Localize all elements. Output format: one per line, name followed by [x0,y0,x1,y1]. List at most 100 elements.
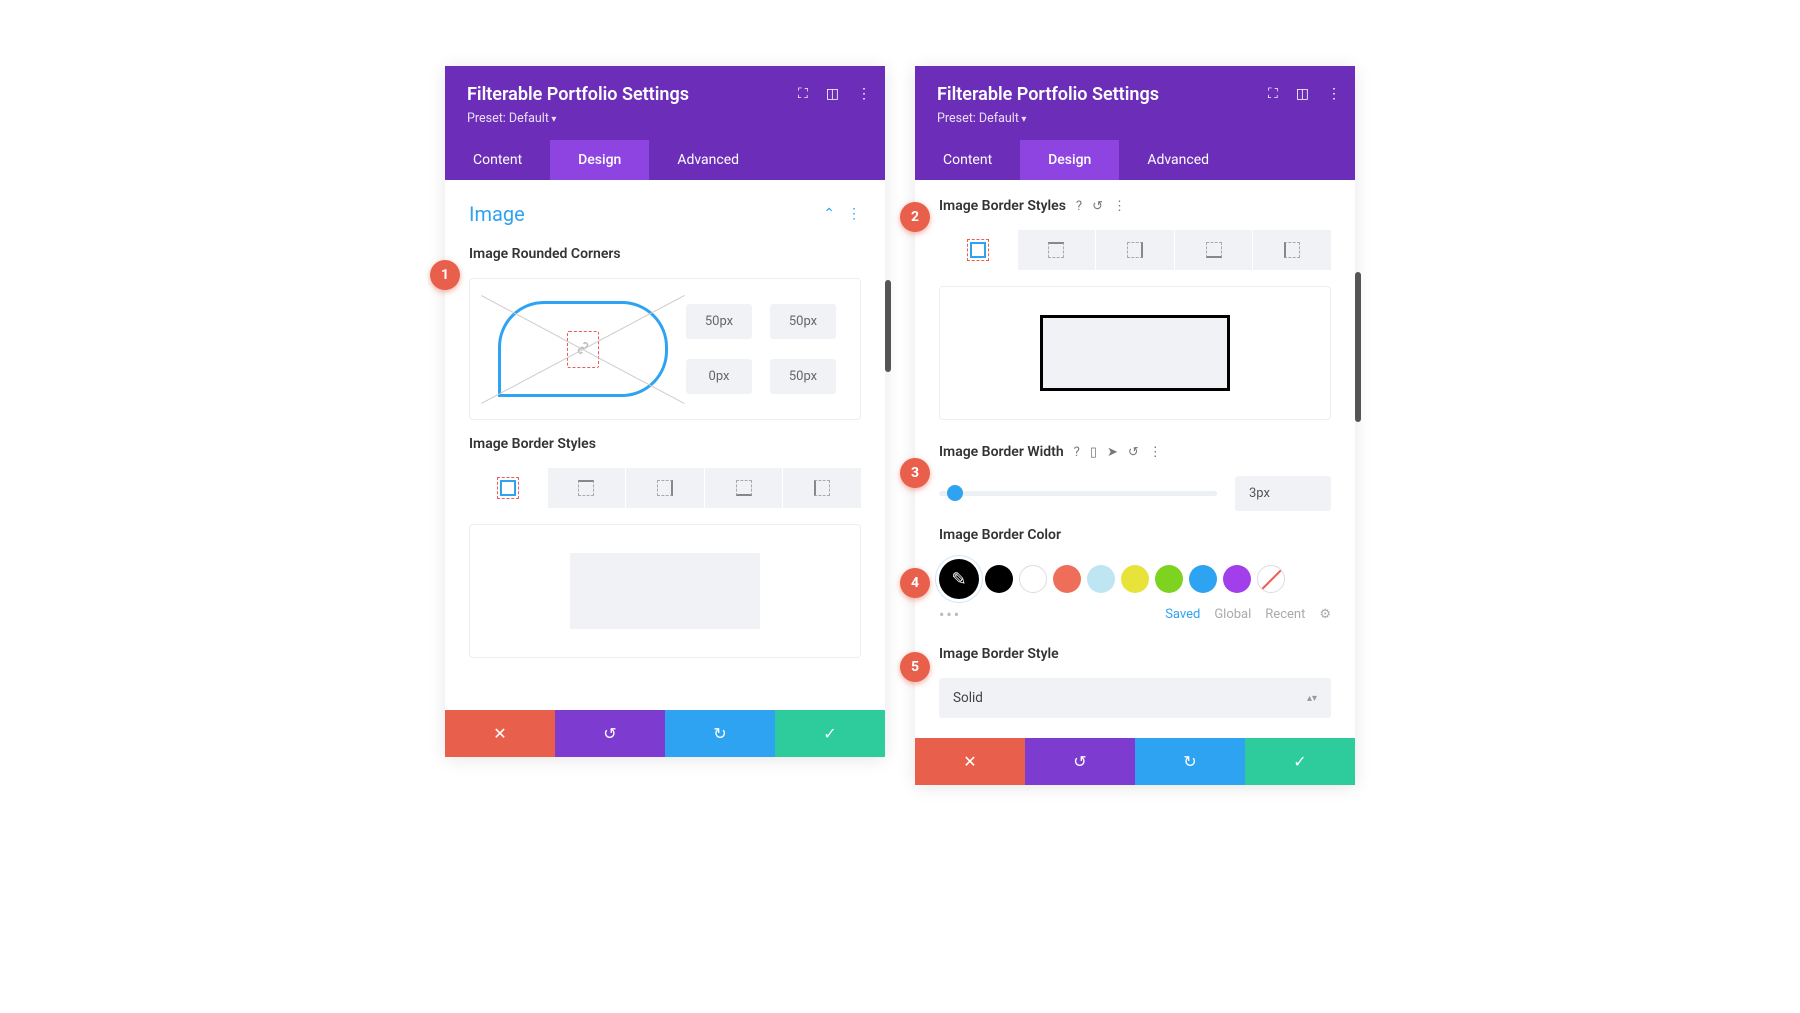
border-tab-all[interactable] [939,230,1018,270]
border-preview [939,286,1331,420]
border-tab-top[interactable] [548,468,627,508]
swatch-blue[interactable] [1189,565,1217,593]
hover-icon[interactable]: ➤ [1107,445,1118,460]
expand-icon[interactable]: ⛶ [798,86,808,102]
border-tab-left[interactable] [783,468,861,508]
border-styles-label: Image Border Styles ? ↺ ⋮ [915,180,1355,222]
header-actions: ⛶ ◫ ⋮ [1268,86,1341,102]
section-header: Image ⌃ ⋮ [445,180,885,238]
corner-tl-input[interactable] [686,304,752,339]
border-tab-top[interactable] [1018,230,1097,270]
border-width-slider [939,476,1331,511]
preset-dropdown[interactable]: Preset: Default [937,111,1333,126]
redo-button[interactable]: ↻ [665,710,775,757]
kebab-menu-icon[interactable]: ⋮ [1327,86,1341,102]
settings-panel-left: Filterable Portfolio Settings Preset: De… [445,66,885,757]
swatch-none[interactable] [1257,565,1285,593]
kebab-menu-icon[interactable]: ⋮ [857,86,871,102]
help-icon[interactable]: ? [1076,199,1082,214]
swatch-tabs: ••• Saved Global Recent ⚙ [939,605,1331,624]
swatch-coral[interactable] [1053,565,1081,593]
main-tabs: Content Design Advanced [915,140,1355,180]
swatch-white[interactable] [1019,565,1047,593]
section-menu-icon[interactable]: ⋮ [847,206,861,222]
eyedropper-button[interactable]: ✎ [931,551,988,608]
border-tab-all[interactable] [469,468,548,508]
help-docs-icon[interactable]: ◫ [826,86,839,102]
slider-thumb[interactable] [947,485,963,501]
panel-footer: ✕ ↺ ↻ ✓ [445,710,885,757]
rounded-corners-label: Image Rounded Corners [445,238,885,270]
corner-tr-input[interactable] [770,304,836,339]
callout-3: 3 [900,458,930,488]
border-style-select[interactable]: Solid ▴▾ [939,678,1331,718]
border-width-label: Image Border Width ? ▯ ➤ ↺ ⋮ [915,436,1355,468]
swatch-lightblue[interactable] [1087,565,1115,593]
border-tab-right[interactable] [1096,230,1175,270]
panel-footer: ✕ ↺ ↻ ✓ [915,738,1355,785]
tab-advanced[interactable]: Advanced [649,140,767,180]
main-tabs: Content Design Advanced [445,140,885,180]
border-width-input[interactable] [1235,476,1331,511]
cancel-button[interactable]: ✕ [445,710,555,757]
field-menu-icon[interactable]: ⋮ [1113,199,1126,214]
corner-preview [498,301,668,397]
border-tab-right[interactable] [626,468,705,508]
slider-track[interactable] [939,491,1217,496]
swatch-yellow[interactable] [1121,565,1149,593]
color-swatches: ✎ [939,559,1331,599]
field-menu-icon[interactable]: ⋮ [1149,445,1162,460]
panel-header: Filterable Portfolio Settings Preset: De… [445,66,885,140]
help-icon[interactable]: ? [1074,445,1080,460]
border-preview-box [570,553,760,629]
save-button[interactable]: ✓ [1245,738,1355,785]
recent-tab[interactable]: Recent [1265,607,1305,622]
saved-tab[interactable]: Saved [1165,607,1200,622]
border-tab-bottom[interactable] [705,468,784,508]
help-docs-icon[interactable]: ◫ [1296,86,1309,102]
swatch-black[interactable] [985,565,1013,593]
border-color-label: Image Border Color [915,519,1355,551]
redo-button[interactable]: ↻ [1135,738,1245,785]
panel-body: Image ⌃ ⋮ 1 Image Rounded Corners Image … [445,180,885,710]
border-styles-label: Image Border Styles [445,428,885,460]
border-style-label: Image Border Style [915,638,1355,670]
tab-design[interactable]: Design [550,140,649,180]
tab-advanced[interactable]: Advanced [1119,140,1237,180]
swatch-lime[interactable] [1155,565,1183,593]
swatch-purple[interactable] [1223,565,1251,593]
undo-button[interactable]: ↺ [1025,738,1135,785]
panel-header: Filterable Portfolio Settings Preset: De… [915,66,1355,140]
border-tab-left[interactable] [1253,230,1331,270]
scrollbar[interactable] [1355,272,1361,422]
border-preview [469,524,861,658]
callout-5: 5 [900,652,930,682]
global-tab[interactable]: Global [1214,607,1251,622]
border-tab-bottom[interactable] [1175,230,1254,270]
gear-icon[interactable]: ⚙ [1319,607,1331,622]
undo-button[interactable]: ↺ [555,710,665,757]
section-title: Image [469,202,525,226]
tab-content[interactable]: Content [445,140,550,180]
corner-bl-input[interactable] [686,359,752,394]
header-actions: ⛶ ◫ ⋮ [798,86,871,102]
settings-panel-right: Filterable Portfolio Settings Preset: De… [915,66,1355,785]
collapse-icon[interactable]: ⌃ [823,206,835,222]
callout-2: 2 [900,202,930,232]
callout-1: 1 [430,260,460,290]
tab-content[interactable]: Content [915,140,1020,180]
tab-design[interactable]: Design [1020,140,1119,180]
scrollbar[interactable] [885,280,891,372]
reset-icon[interactable]: ↺ [1128,445,1139,460]
callout-4: 4 [900,568,930,598]
expand-icon[interactable]: ⛶ [1268,86,1278,102]
more-swatches-icon[interactable]: ••• [939,605,1151,624]
rounded-corners-widget [469,278,861,420]
corner-br-input[interactable] [770,359,836,394]
responsive-icon[interactable]: ▯ [1090,445,1097,460]
border-edge-tabs [469,468,861,508]
reset-icon[interactable]: ↺ [1092,199,1103,214]
cancel-button[interactable]: ✕ [915,738,1025,785]
preset-dropdown[interactable]: Preset: Default [467,111,863,126]
save-button[interactable]: ✓ [775,710,885,757]
